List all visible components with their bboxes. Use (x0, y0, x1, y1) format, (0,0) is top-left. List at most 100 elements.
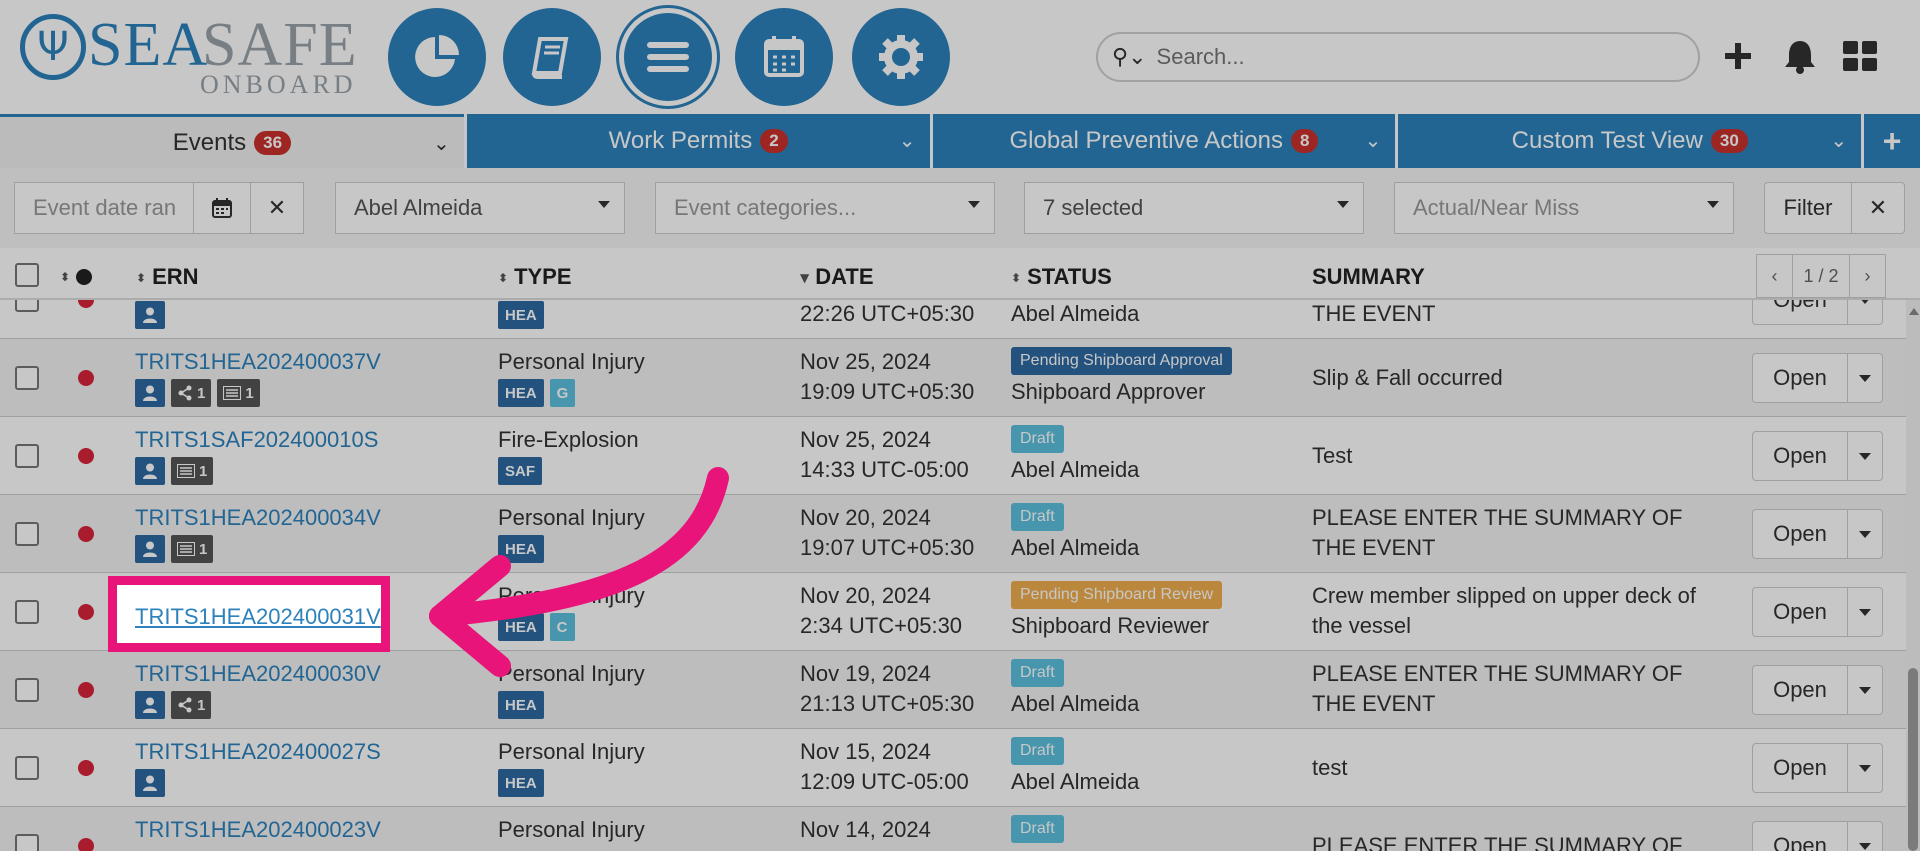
tab-events[interactable]: Events 36 ⌄ (0, 114, 464, 168)
user-icon[interactable] (135, 535, 165, 563)
open-dropdown-button[interactable] (1847, 821, 1883, 851)
user-icon[interactable] (135, 769, 165, 797)
row-checkbox[interactable] (15, 522, 39, 546)
ern-link[interactable]: TRITS1HEA202400030V (135, 661, 381, 687)
search-icon[interactable]: ⚲⌄ (1112, 45, 1147, 70)
seasafe-logo[interactable]: Ψ SEA SAFE ONBOARD (20, 10, 357, 99)
open-dropdown-button[interactable] (1847, 300, 1883, 325)
dashboard-nav-button[interactable] (388, 8, 486, 106)
next-page-icon[interactable]: › (1850, 266, 1885, 287)
chip-count: 1 (199, 462, 208, 480)
row-checkbox[interactable] (15, 834, 39, 851)
bell-icon[interactable] (1780, 36, 1820, 76)
status-dot-icon (78, 604, 94, 620)
open-button[interactable]: Open (1752, 743, 1848, 793)
open-button[interactable]: Open (1752, 353, 1848, 403)
open-button[interactable]: Open (1752, 431, 1848, 481)
row-checkbox[interactable] (15, 678, 39, 702)
open-dropdown-button[interactable] (1847, 353, 1883, 403)
table-row[interactable]: TRITS1HEA202400034V 1 Personal Injury HEA No… (0, 495, 1906, 573)
table-row[interactable]: TRITS1SAF202400010S 1 Fire-Explosion SAF Nov… (0, 417, 1906, 495)
row-checkbox[interactable] (15, 600, 39, 624)
row-checkbox[interactable] (15, 366, 39, 390)
user-icon[interactable] (135, 379, 165, 407)
table-row[interactable]: TRITS1HEA202400030V 1 Personal Injury HEA No… (0, 651, 1906, 729)
chevron-down-icon[interactable]: ⌄ (899, 128, 916, 152)
column-type[interactable]: ⬍ TYPE (498, 264, 572, 290)
calendar-picker-button[interactable] (193, 182, 251, 234)
user-icon[interactable] (135, 691, 165, 719)
event-type: Personal Injury (498, 817, 645, 842)
open-dropdown-button[interactable] (1847, 587, 1883, 637)
table-row[interactable]: TRITS1HEA202400039VPersonal InjuryHEANov… (0, 300, 1906, 339)
ern-link[interactable]: TRITS1HEA202400037V (135, 349, 381, 375)
book-nav-button[interactable] (503, 8, 601, 106)
ern-link[interactable]: TRITS1HEA202400027S (135, 739, 381, 765)
settings-nav-button[interactable] (852, 8, 950, 106)
row-checkbox[interactable] (15, 300, 39, 312)
share-icon[interactable]: 1 (171, 691, 212, 719)
ern-link[interactable]: TRITS1SAF202400010S (135, 427, 378, 453)
open-dropdown-button[interactable] (1847, 665, 1883, 715)
prev-page-icon[interactable]: ‹ (1757, 266, 1792, 287)
list-icon[interactable]: 1 (217, 379, 260, 407)
column-ern[interactable]: ⬍ ERN (136, 264, 199, 290)
row-checkbox[interactable] (15, 444, 39, 468)
date-line: Nov 20, 2024 (800, 583, 931, 608)
status-dot-icon (76, 269, 93, 286)
tab-custom-test-view[interactable]: Custom Test View 30 ⌄ (1398, 114, 1862, 168)
ern-link[interactable]: TRITS1HEA202400034V (135, 505, 381, 531)
event-categories-select[interactable]: Event categories... (655, 182, 995, 234)
status-dot-icon (78, 300, 94, 308)
table-row[interactable]: TRITS1HEA202400023V Personal Injury Nov 14… (0, 807, 1906, 851)
table-row[interactable]: TRITS1HEA202400027S Personal Injury HEA Nov… (0, 729, 1906, 807)
open-dropdown-button[interactable] (1847, 509, 1883, 559)
row-checkbox[interactable] (15, 756, 39, 780)
share-icon[interactable]: 1 (171, 379, 212, 407)
priority-sort-header[interactable]: ⬍ (60, 263, 93, 289)
menu-nav-button[interactable] (619, 8, 717, 106)
logo-sea-text: SEA (88, 11, 209, 79)
calendar-nav-button[interactable] (735, 8, 833, 106)
event-summary: PLEASE ENTER THE SUMMARY OF THE EVENT (1312, 661, 1683, 716)
event-date-range-input[interactable]: Event date ran (14, 182, 194, 234)
scroll-up-icon[interactable] (1909, 308, 1919, 315)
chevron-down-icon[interactable]: ⌄ (1365, 128, 1382, 152)
open-button[interactable]: Open (1752, 509, 1848, 559)
open-dropdown-button[interactable] (1847, 743, 1883, 793)
sort-icon: ⬍ (1011, 271, 1022, 286)
chevron-down-icon[interactable]: ⌄ (433, 131, 450, 155)
person-select[interactable]: Abel Almeida (335, 182, 625, 234)
filter-button[interactable]: Filter (1764, 182, 1852, 234)
list-icon[interactable]: 1 (171, 535, 214, 563)
chevron-down-icon[interactable]: ⌄ (1830, 128, 1847, 152)
tab-global-preventive-actions[interactable]: Global Preventive Actions 8 ⌄ (932, 114, 1396, 168)
actual-near-miss-select[interactable]: Actual/Near Miss (1394, 182, 1734, 234)
status-dot-icon (78, 682, 94, 698)
status-multiselect[interactable]: 7 selected (1024, 182, 1364, 234)
user-icon[interactable] (135, 457, 165, 485)
search-input[interactable] (1156, 44, 1637, 70)
clear-filters-button[interactable]: ✕ (1851, 182, 1905, 234)
plus-icon[interactable] (1718, 36, 1758, 76)
scrollbar-thumb[interactable] (1908, 668, 1918, 851)
add-tab-button[interactable]: + (1864, 114, 1920, 168)
open-button[interactable]: Open (1752, 665, 1848, 715)
caret-down-icon (1707, 201, 1719, 208)
user-icon[interactable] (135, 301, 165, 329)
table-row[interactable]: TRITS1HEA202400037V 1 1 Personal Injury HEA G… (0, 339, 1906, 417)
column-date[interactable]: ▼ DATE (800, 264, 874, 290)
tab-work-permits[interactable]: Work Permits 2 ⌄ (466, 114, 930, 168)
list-icon[interactable]: 1 (171, 457, 214, 485)
column-status[interactable]: ⬍ STATUS (1011, 264, 1112, 290)
grid-icon[interactable] (1840, 36, 1880, 76)
open-dropdown-button[interactable] (1847, 431, 1883, 481)
ern-link[interactable]: TRITS1HEA202400023V (135, 817, 381, 843)
clear-date-button[interactable]: ✕ (250, 182, 304, 234)
select-all-checkbox[interactable] (15, 263, 39, 287)
status-dot-icon (78, 838, 94, 851)
open-button[interactable]: Open (1752, 587, 1848, 637)
search-bar[interactable]: ⚲⌄ (1096, 32, 1700, 82)
open-button[interactable]: Open (1752, 821, 1848, 851)
open-button[interactable]: Open (1752, 300, 1848, 325)
